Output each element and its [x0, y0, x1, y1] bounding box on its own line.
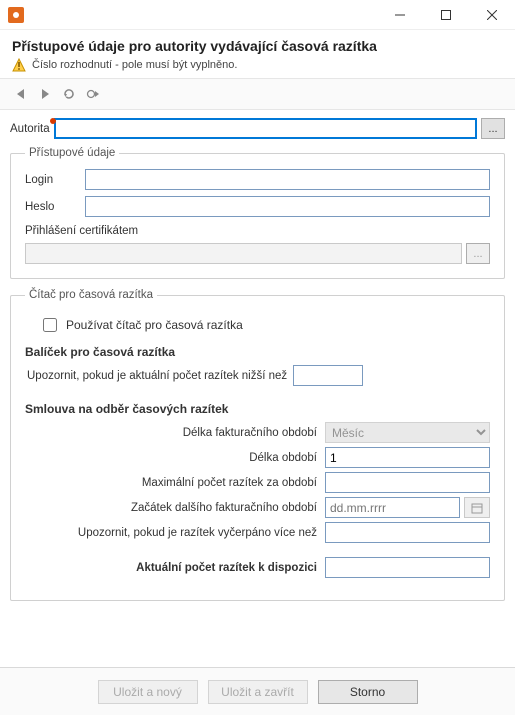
- next-billing-start-input[interactable]: [325, 497, 460, 518]
- save-and-new-button[interactable]: Uložit a nový: [98, 680, 198, 704]
- form-content: Autorita ... Přístupové údaje Login Hesl…: [0, 110, 515, 667]
- login-label: Login: [25, 174, 85, 186]
- use-counter-checkbox[interactable]: [43, 318, 57, 332]
- max-stamps-label: Maximální počet razítek za období: [27, 477, 317, 489]
- dialog-header: Přístupové údaje pro autority vydávající…: [0, 30, 515, 78]
- notify-exhausted-label: Upozornit, pokud je razítek vyčerpáno ví…: [27, 527, 317, 539]
- notify-low-label: Upozornit, pokud je aktuální počet razít…: [27, 370, 287, 382]
- close-button[interactable]: [469, 0, 515, 30]
- warning-text: Číslo rozhodnutí - pole musí být vyplněn…: [32, 59, 237, 71]
- certificate-input[interactable]: [25, 243, 462, 264]
- billing-period-length-select[interactable]: Měsíc: [325, 422, 490, 443]
- package-section-title: Balíček pro časová razítka: [25, 345, 490, 359]
- login-input[interactable]: [85, 169, 490, 190]
- certificate-login-label: Přihlášení certifikátem: [25, 225, 490, 237]
- refresh-button[interactable]: [58, 83, 80, 105]
- billing-period-length-label: Délka fakturačního období: [27, 427, 317, 439]
- notify-low-input[interactable]: [293, 365, 363, 386]
- notify-exhausted-input[interactable]: [325, 522, 490, 543]
- commit-button[interactable]: [82, 83, 104, 105]
- maximize-button[interactable]: [423, 0, 469, 30]
- navigation-toolbar: [0, 78, 515, 110]
- max-stamps-input[interactable]: [325, 472, 490, 493]
- password-input[interactable]: [85, 196, 490, 217]
- title-bar: [0, 0, 515, 30]
- access-credentials-group: Přístupové údaje Login Heslo Přihlášení …: [10, 147, 505, 279]
- stamp-counter-legend: Čítač pro časová razítka: [25, 289, 157, 301]
- contract-section-title: Smlouva na odběr časových razítek: [25, 402, 490, 416]
- app-icon: [8, 7, 24, 23]
- certificate-browse-button[interactable]: ...: [466, 243, 490, 264]
- authority-input[interactable]: [54, 118, 477, 139]
- dialog-footer: Uložit a nový Uložit a zavřít Storno: [0, 667, 515, 715]
- cancel-button[interactable]: Storno: [318, 680, 418, 704]
- calendar-icon: [471, 502, 483, 514]
- period-length-label: Délka období: [27, 452, 317, 464]
- minimize-button[interactable]: [377, 0, 423, 30]
- access-credentials-legend: Přístupové údaje: [25, 147, 119, 159]
- current-available-input[interactable]: [325, 557, 490, 578]
- forward-button[interactable]: [34, 83, 56, 105]
- save-and-close-button[interactable]: Uložit a zavřít: [208, 680, 308, 704]
- password-label: Heslo: [25, 201, 85, 213]
- back-button[interactable]: [10, 83, 32, 105]
- calendar-button[interactable]: [464, 497, 490, 518]
- use-counter-label: Používat čítač pro časová razítka: [66, 318, 243, 332]
- warning-icon: [12, 58, 26, 72]
- authority-browse-button[interactable]: ...: [481, 118, 505, 139]
- period-length-input[interactable]: [325, 447, 490, 468]
- current-available-label: Aktuální počet razítek k dispozici: [27, 562, 317, 574]
- dialog-title: Přístupové údaje pro autority vydávající…: [12, 38, 503, 54]
- next-billing-start-label: Začátek dalšího fakturačního období: [27, 502, 317, 514]
- authority-label: Autorita: [10, 123, 50, 135]
- stamp-counter-group: Čítač pro časová razítka Používat čítač …: [10, 289, 505, 601]
